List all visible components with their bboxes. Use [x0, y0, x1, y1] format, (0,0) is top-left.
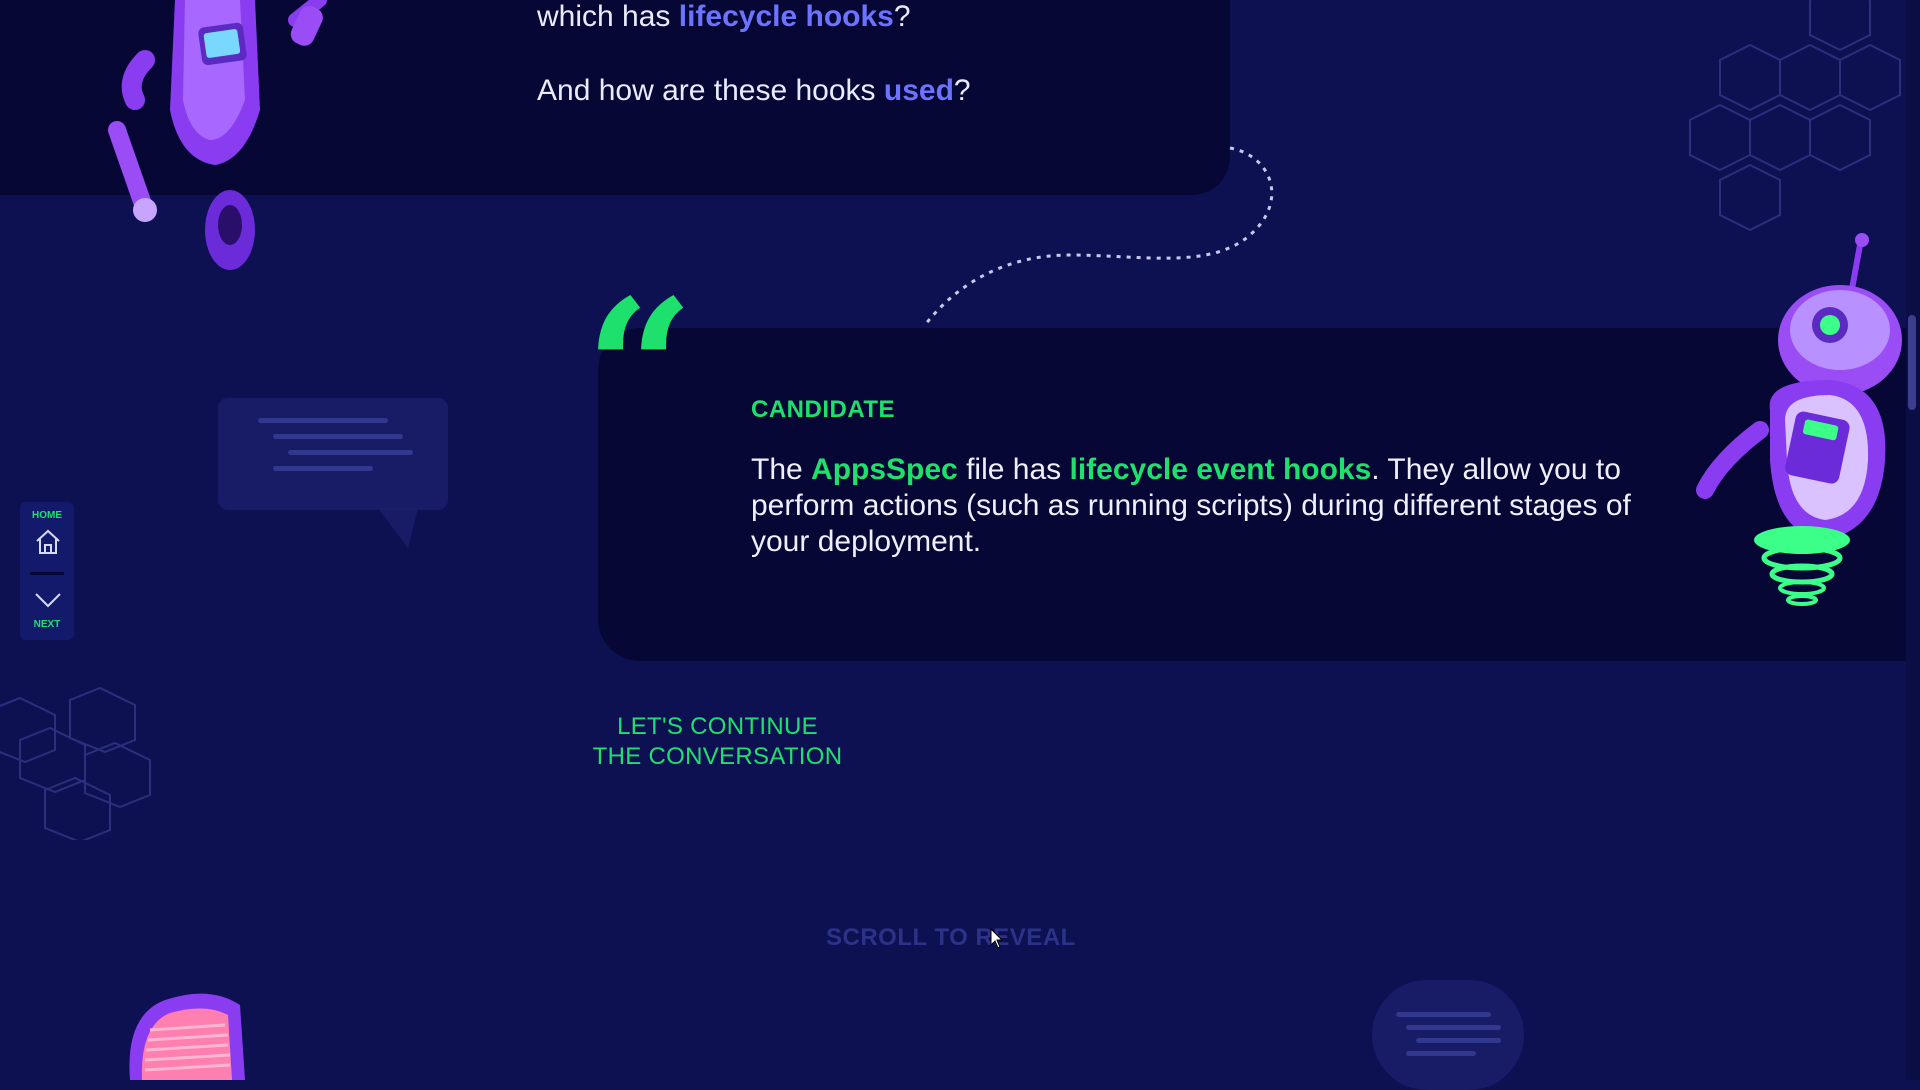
- answer-text: The AppsSpec file has lifecycle event ho…: [751, 452, 1651, 560]
- robot-illustration-bottom: [129, 993, 245, 1080]
- chevron-down-icon[interactable]: [34, 590, 62, 610]
- question-punct: ?: [893, 0, 911, 33]
- question-text: which has: [537, 0, 679, 33]
- nav-divider: [30, 572, 64, 575]
- question-highlight: lifecycle hooks: [678, 0, 894, 33]
- answer-part: The: [751, 453, 812, 486]
- chat-bubble-decoration: [218, 398, 448, 510]
- question-highlight: used: [883, 74, 954, 107]
- home-icon[interactable]: [34, 528, 62, 556]
- continue-conversation-button[interactable]: LET'S CONTINUE THE CONVERSATION: [590, 712, 845, 772]
- quote-icon: “: [585, 258, 695, 481]
- question-line-2: And how are these hooks used?: [537, 74, 971, 108]
- scrollbar-track[interactable]: [1906, 0, 1920, 1080]
- chat-bubble-decoration-bottom: [1372, 980, 1524, 1090]
- question-text: And how are these hooks: [537, 74, 884, 107]
- hexagon-pattern-top-right: [1689, 0, 1901, 232]
- scrollbar-thumb[interactable]: [1908, 315, 1916, 410]
- answer-highlight: AppsSpec: [811, 453, 958, 486]
- continue-line-2: THE CONVERSATION: [592, 743, 843, 770]
- question-punct: ?: [953, 74, 971, 107]
- robot-illustration-right: [1696, 233, 1902, 606]
- mouse-cursor-icon: [990, 928, 1004, 949]
- robot-illustration-top: [108, 0, 327, 270]
- hexagon-pattern-left: [0, 686, 151, 840]
- home-label[interactable]: HOME: [20, 510, 74, 521]
- next-label[interactable]: NEXT: [20, 619, 74, 630]
- question-line-1: which has lifecycle hooks?: [537, 0, 911, 34]
- chat-bubble-tail: [378, 508, 418, 548]
- answer-part: file has: [957, 453, 1070, 486]
- answer-highlight: lifecycle event hooks: [1069, 453, 1372, 486]
- side-navigation: HOME NEXT: [20, 502, 74, 640]
- dashed-connector: [923, 146, 1274, 326]
- scroll-to-reveal-hint: SCROLL TO REVEAL: [826, 924, 1076, 951]
- continue-line-1: LET'S CONTINUE: [617, 713, 818, 740]
- speaker-label: CANDIDATE: [751, 396, 896, 423]
